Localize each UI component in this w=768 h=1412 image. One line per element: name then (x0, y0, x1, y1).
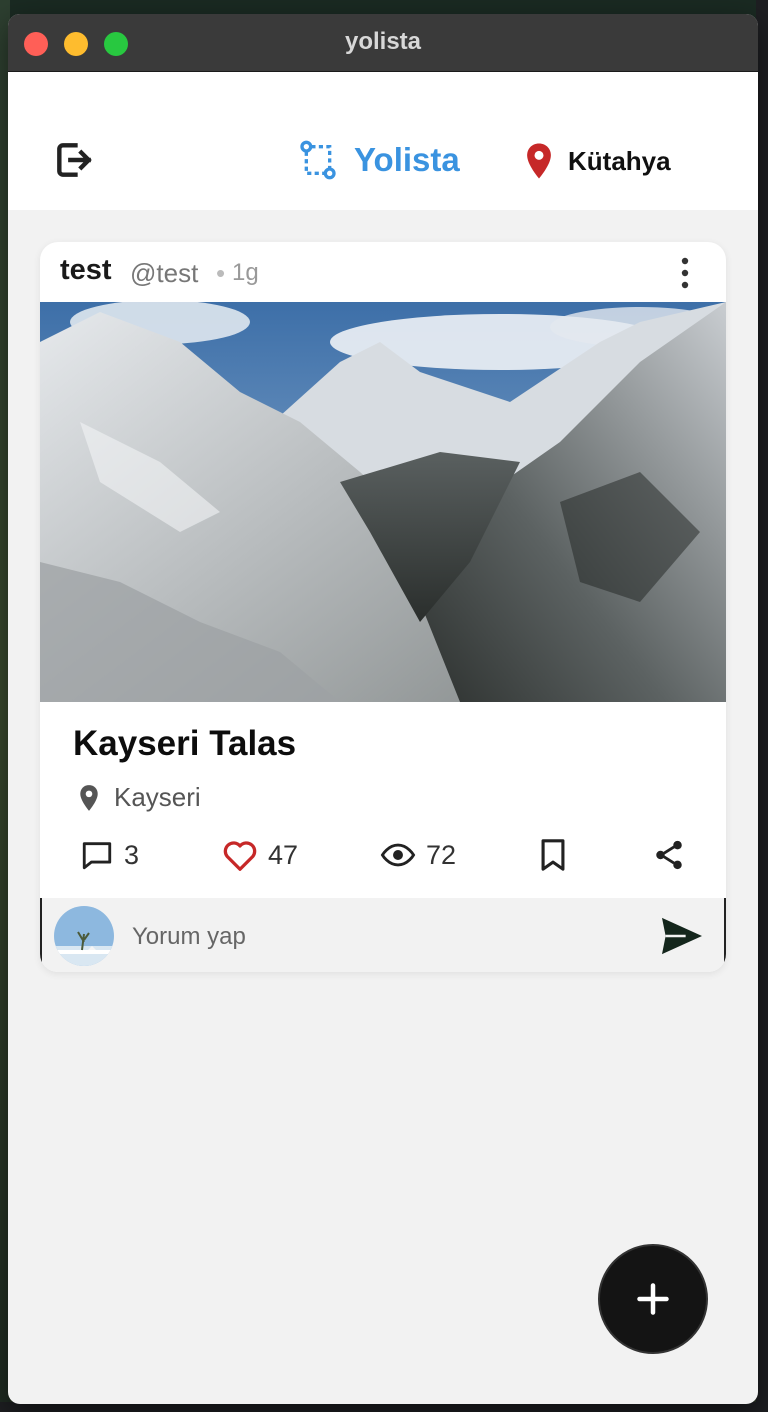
bookmark-icon (541, 839, 565, 871)
like-button[interactable]: 47 (222, 838, 298, 872)
post-handle[interactable]: @test (130, 258, 198, 289)
brand-label: Yolista (354, 141, 460, 178)
post-actions: 3 47 72 (40, 838, 726, 878)
logout-icon (57, 143, 92, 177)
location-label: Kütahya (568, 145, 671, 176)
post-author[interactable]: test (60, 254, 112, 287)
app-window: yolista Yolista Kütahya test @test • 1g … (8, 14, 758, 1404)
avatar[interactable] (54, 906, 114, 966)
likes-count: 47 (268, 839, 299, 870)
post-header: test @test • 1g (40, 242, 726, 302)
more-vertical-icon (681, 257, 689, 289)
views-indicator: 72 (380, 838, 456, 872)
map-pin-icon (527, 143, 551, 179)
title-bar: yolista (8, 14, 758, 72)
more-options-button[interactable] (674, 256, 696, 290)
bookmark-button[interactable] (538, 838, 568, 872)
share-button[interactable] (652, 838, 686, 872)
route-icon (300, 140, 336, 180)
app-header: Yolista Kütahya (8, 72, 758, 210)
location-selector[interactable]: Kütahya (524, 142, 671, 180)
separator-dot: • (216, 258, 226, 288)
comment-icon (82, 842, 112, 870)
eye-icon (380, 843, 416, 867)
plus-icon (637, 1283, 669, 1315)
post-photo[interactable] (40, 302, 726, 702)
post-card: test @test • 1g Kayseri Talas Kayseri 3 … (40, 242, 726, 972)
add-post-button[interactable] (598, 1244, 708, 1354)
place-pin-icon (80, 784, 98, 811)
comment-input[interactable] (130, 918, 614, 956)
logout-button[interactable] (52, 138, 96, 182)
share-icon (656, 840, 682, 870)
comments-count: 3 (124, 839, 140, 870)
window-title: yolista (344, 28, 422, 55)
send-button[interactable] (660, 916, 704, 956)
post-title: Kayseri Talas (73, 724, 297, 763)
views-count: 72 (426, 839, 457, 870)
post-time: 1g (232, 259, 259, 286)
heart-icon (223, 841, 257, 871)
send-icon (662, 917, 702, 955)
place-label: Kayseri (114, 782, 201, 812)
comment-bar (40, 898, 726, 972)
brand[interactable]: Yolista (298, 140, 460, 180)
post-place[interactable]: Kayseri (78, 782, 201, 813)
comments-button[interactable]: 3 (80, 838, 139, 872)
